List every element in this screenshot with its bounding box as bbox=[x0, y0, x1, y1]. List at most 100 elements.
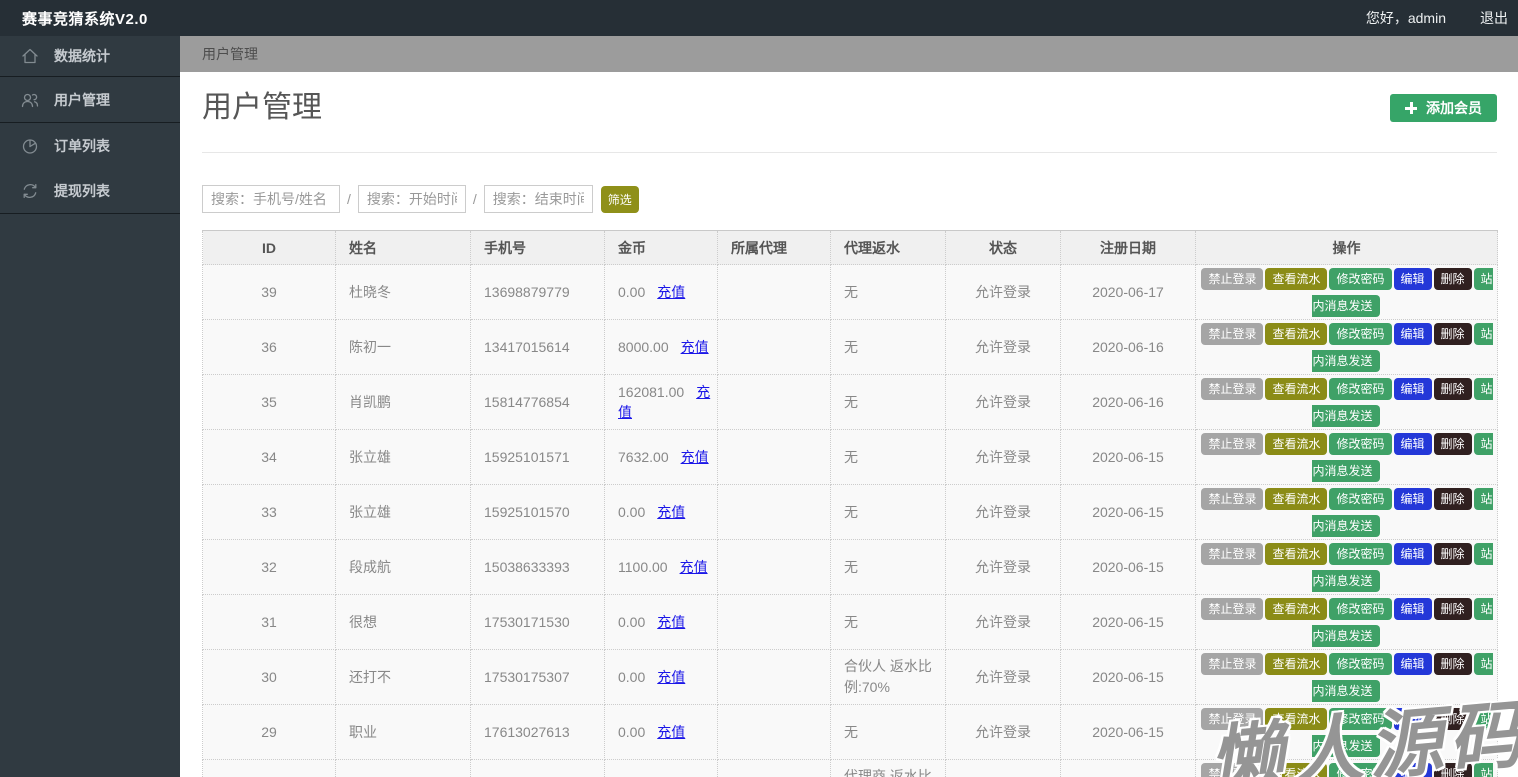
cell-status: 允许登录 bbox=[945, 429, 1061, 485]
change-password-button[interactable]: 修改密码 bbox=[1329, 433, 1392, 455]
forbid-login-button[interactable]: 禁止登录 bbox=[1201, 488, 1264, 510]
cell-status: 允许登录 bbox=[945, 484, 1061, 540]
view-flow-button[interactable]: 查看流水 bbox=[1265, 708, 1328, 730]
cell-status: 允许登录 bbox=[945, 539, 1061, 595]
forbid-login-button[interactable]: 禁止登录 bbox=[1201, 433, 1264, 455]
cell-rebate: 无 bbox=[830, 264, 946, 320]
search-start-time-input[interactable] bbox=[357, 185, 466, 213]
view-flow-button[interactable]: 查看流水 bbox=[1265, 598, 1328, 620]
change-password-button[interactable]: 修改密码 bbox=[1329, 653, 1392, 675]
filter-button[interactable]: 筛选 bbox=[600, 185, 639, 213]
delete-button[interactable]: 删除 bbox=[1433, 323, 1472, 345]
delete-button[interactable]: 删除 bbox=[1433, 433, 1472, 455]
recharge-link[interactable]: 充值 bbox=[657, 614, 685, 630]
cell-phone: 13417015614 bbox=[470, 319, 605, 375]
change-password-button[interactable]: 修改密码 bbox=[1329, 488, 1392, 510]
forbid-login-button[interactable]: 禁止登录 bbox=[1201, 598, 1264, 620]
edit-button[interactable]: 编辑 bbox=[1393, 268, 1432, 290]
edit-button[interactable]: 编辑 bbox=[1393, 598, 1432, 620]
forbid-login-button[interactable]: 禁止登录 bbox=[1201, 653, 1264, 675]
cell-agent bbox=[717, 704, 831, 760]
delete-button[interactable]: 删除 bbox=[1433, 268, 1472, 290]
add-member-button[interactable]: 添加会员 bbox=[1390, 94, 1497, 122]
cell-agent bbox=[717, 429, 831, 485]
cell-id: 39 bbox=[202, 264, 336, 320]
forbid-login-button[interactable]: 禁止登录 bbox=[1201, 378, 1264, 400]
edit-button[interactable]: 编辑 bbox=[1393, 323, 1432, 345]
cell-date: 2020-06-15 bbox=[1060, 759, 1196, 777]
view-flow-button[interactable]: 查看流水 bbox=[1265, 323, 1328, 345]
view-flow-button[interactable]: 查看流水 bbox=[1265, 488, 1328, 510]
cell-date: 2020-06-16 bbox=[1060, 319, 1196, 375]
change-password-button[interactable]: 修改密码 bbox=[1329, 763, 1392, 777]
delete-button[interactable]: 删除 bbox=[1433, 543, 1472, 565]
recharge-link[interactable]: 充值 bbox=[680, 559, 708, 575]
cell-name: 段成航 bbox=[335, 539, 471, 595]
forbid-login-button[interactable]: 禁止登录 bbox=[1201, 543, 1264, 565]
delete-button[interactable]: 删除 bbox=[1433, 708, 1472, 730]
recharge-link[interactable]: 充值 bbox=[657, 724, 685, 740]
edit-button[interactable]: 编辑 bbox=[1393, 378, 1432, 400]
cell-agent bbox=[717, 594, 831, 650]
logout-link[interactable]: 退出 bbox=[1480, 8, 1508, 28]
view-flow-button[interactable]: 查看流水 bbox=[1265, 653, 1328, 675]
coins-value: 0.00 bbox=[618, 504, 646, 520]
cell-coins: 0.00 充值 bbox=[604, 649, 718, 705]
recharge-link[interactable]: 充值 bbox=[657, 284, 685, 300]
view-flow-button[interactable]: 查看流水 bbox=[1265, 378, 1328, 400]
cell-name: 陈初一 bbox=[335, 319, 471, 375]
delete-button[interactable]: 删除 bbox=[1433, 763, 1472, 777]
sidebar-item-data-stats[interactable]: 数据统计 bbox=[0, 36, 180, 76]
delete-button[interactable]: 删除 bbox=[1433, 598, 1472, 620]
table-row: 35 肖凯鹏 15814776854 162081.00 充值 无 允许登录 20… bbox=[202, 374, 1498, 430]
cell-operations: 禁止登录查看流水修改密码编辑删除站内消息发送 bbox=[1195, 594, 1498, 650]
edit-button[interactable]: 编辑 bbox=[1393, 653, 1432, 675]
delete-button[interactable]: 删除 bbox=[1433, 653, 1472, 675]
edit-button[interactable]: 编辑 bbox=[1393, 543, 1432, 565]
edit-button[interactable]: 编辑 bbox=[1393, 488, 1432, 510]
forbid-login-button[interactable]: 禁止登录 bbox=[1201, 763, 1264, 777]
view-flow-button[interactable]: 查看流水 bbox=[1265, 543, 1328, 565]
cell-id: 34 bbox=[202, 429, 336, 485]
edit-button[interactable]: 编辑 bbox=[1393, 763, 1432, 777]
change-password-button[interactable]: 修改密码 bbox=[1329, 268, 1392, 290]
view-flow-button[interactable]: 查看流水 bbox=[1265, 763, 1328, 777]
forbid-login-button[interactable]: 禁止登录 bbox=[1201, 323, 1264, 345]
sidebar: 数据统计 用户管理 订单列表 提现列表 bbox=[0, 36, 180, 777]
cell-operations: 禁止登录查看流水修改密码编辑删除站内消息发送 bbox=[1195, 704, 1498, 760]
title-divider bbox=[202, 152, 1497, 153]
view-flow-button[interactable]: 查看流水 bbox=[1265, 268, 1328, 290]
recharge-link[interactable]: 充值 bbox=[681, 339, 709, 355]
coins-value: 7632.00 bbox=[618, 449, 669, 465]
edit-button[interactable]: 编辑 bbox=[1393, 708, 1432, 730]
search-keyword-input[interactable] bbox=[202, 185, 340, 213]
recharge-link[interactable]: 充值 bbox=[681, 449, 709, 465]
change-password-button[interactable]: 修改密码 bbox=[1329, 378, 1392, 400]
forbid-login-button[interactable]: 禁止登录 bbox=[1201, 268, 1264, 290]
change-password-button[interactable]: 修改密码 bbox=[1329, 708, 1392, 730]
change-password-button[interactable]: 修改密码 bbox=[1329, 543, 1392, 565]
cell-status: 允许登录 bbox=[945, 759, 1061, 777]
view-flow-button[interactable]: 查看流水 bbox=[1265, 433, 1328, 455]
delete-button[interactable]: 删除 bbox=[1433, 378, 1472, 400]
forbid-login-button[interactable]: 禁止登录 bbox=[1201, 708, 1264, 730]
cell-status: 允许登录 bbox=[945, 594, 1061, 650]
sidebar-item-user-management[interactable]: 用户管理 bbox=[0, 77, 180, 122]
app-title: 赛事竞猜系统V2.0 bbox=[22, 10, 148, 28]
change-password-button[interactable]: 修改密码 bbox=[1329, 323, 1392, 345]
change-password-button[interactable]: 修改密码 bbox=[1329, 598, 1392, 620]
edit-button[interactable]: 编辑 bbox=[1393, 433, 1432, 455]
sidebar-divider bbox=[0, 213, 180, 214]
recharge-link[interactable]: 充值 bbox=[657, 669, 685, 685]
coins-value: 0.00 bbox=[618, 284, 646, 300]
search-end-time-input[interactable] bbox=[483, 185, 593, 213]
cell-status: 允许登录 bbox=[945, 264, 1061, 320]
recharge-link[interactable]: 充值 bbox=[657, 504, 685, 520]
sidebar-item-withdraw-list[interactable]: 提现列表 bbox=[0, 168, 180, 213]
delete-button[interactable]: 删除 bbox=[1433, 488, 1472, 510]
sidebar-item-order-list[interactable]: 订单列表 bbox=[0, 123, 180, 168]
header-operations: 操作 bbox=[1195, 230, 1498, 265]
refresh-icon bbox=[20, 181, 40, 201]
cell-name: 还打不 bbox=[335, 649, 471, 705]
header-phone: 手机号 bbox=[470, 230, 605, 265]
